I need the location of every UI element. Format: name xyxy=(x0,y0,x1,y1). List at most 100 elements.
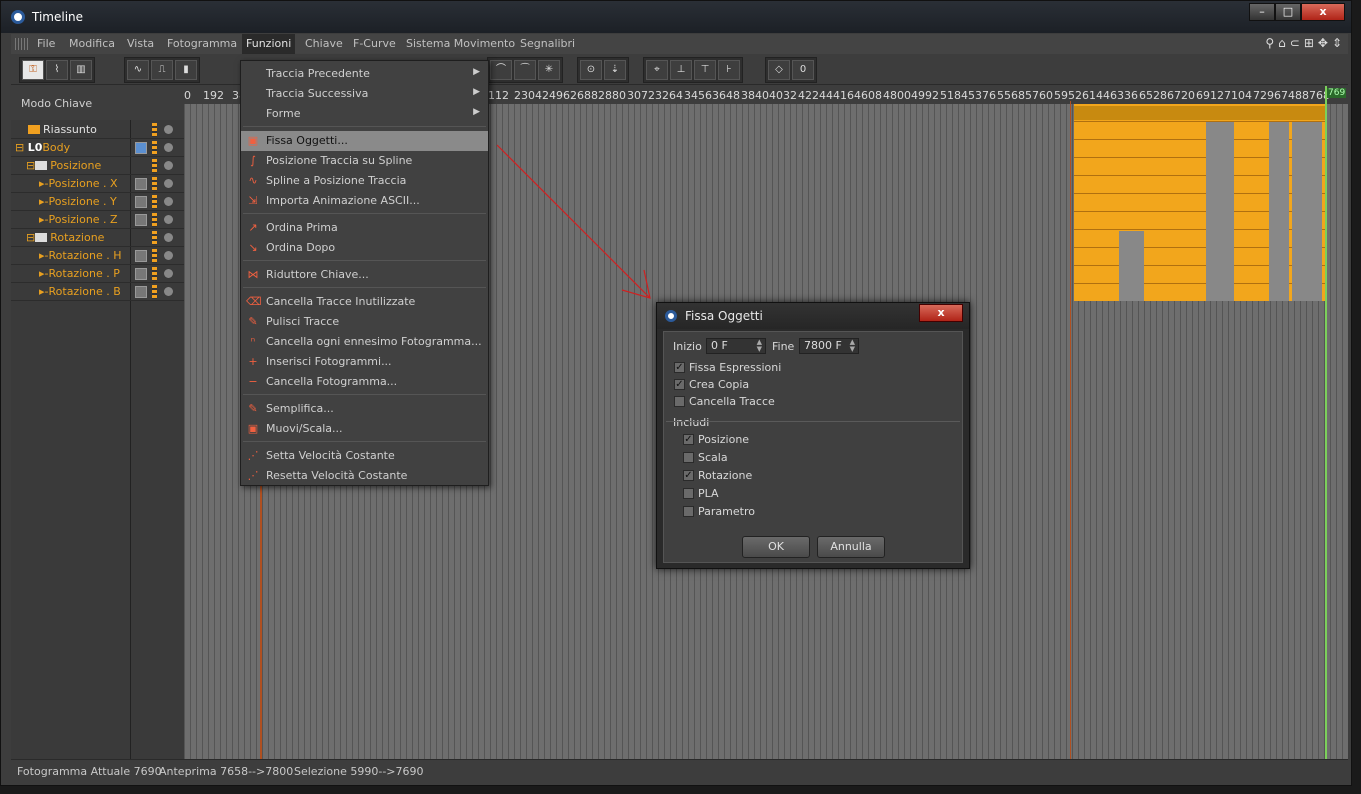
close-button[interactable]: x xyxy=(1301,3,1345,21)
menu-funzioni[interactable]: Funzioni xyxy=(242,34,296,54)
spinner-icon[interactable]: ▲ ▼ xyxy=(850,339,855,353)
remove-icon: − xyxy=(248,375,258,388)
folder-icon xyxy=(35,233,48,242)
lock-length-icon[interactable]: ⊦ xyxy=(718,60,740,80)
lock-value-icon[interactable]: ⊥ xyxy=(670,60,692,80)
track-row[interactable]: ▸-Rotazione . H xyxy=(11,247,184,265)
rotazione-checkbox[interactable]: ✓ xyxy=(683,470,694,481)
menu-vista[interactable]: Vista xyxy=(127,37,154,50)
menu-riduttore-chiave[interactable]: ⋈ Riduttore Chiave... xyxy=(241,265,488,285)
zero-angle-icon[interactable]: ⊙ xyxy=(580,60,602,80)
track-row[interactable]: ▸-Rotazione . P xyxy=(11,265,184,283)
tangent-soft-icon[interactable]: ⁀ xyxy=(514,60,536,80)
scala-checkbox[interactable] xyxy=(683,452,694,463)
menu-traccia-successiva[interactable]: Traccia Successiva ▶ xyxy=(241,84,488,104)
minimize-button[interactable]: – xyxy=(1249,3,1275,21)
posizione-checkbox[interactable]: ✓ xyxy=(683,434,694,445)
inizio-field[interactable]: 0 F ▲ ▼ xyxy=(706,338,766,354)
curve-linear-icon[interactable]: ∿ xyxy=(127,60,149,80)
fcurve-mode-icon[interactable]: ⌇ xyxy=(46,60,68,80)
menu-modifica[interactable]: Modifica xyxy=(69,37,115,50)
track-row[interactable]: ▸-Rotazione . B xyxy=(11,283,184,301)
insert-icon: + xyxy=(248,355,258,368)
menu-cancella-ennesimo[interactable]: ⁿ Cancella ogni ennesimo Fotogramma... xyxy=(241,332,488,352)
menu-fcurve[interactable]: F-Curve xyxy=(353,37,396,50)
track-row[interactable]: ▸-Posizione . Y xyxy=(11,193,184,211)
menu-forme[interactable]: Forme ▶ xyxy=(241,104,488,124)
mode-label: Modo Chiave xyxy=(11,86,184,120)
track-row[interactable]: Riassunto xyxy=(11,121,184,139)
menu-muovi-scala[interactable]: ▣ Muovi/Scala... xyxy=(241,419,488,439)
curve-spline-icon[interactable]: ▮ xyxy=(175,60,197,80)
menu-spline-posizione-traccia[interactable]: ∿ Spline a Posizione Traccia xyxy=(241,171,488,191)
dialog-body: Inizio 0 F ▲ ▼ Fine 7800 F ▲ ▼ ✓ Fissa Espre… xyxy=(663,331,963,563)
lock-tangent-icon[interactable]: ⊤ xyxy=(694,60,716,80)
tangent-arc-icon[interactable]: ⌒ xyxy=(490,60,512,80)
move-icon[interactable]: ✥ xyxy=(1318,36,1328,50)
spinner-icon[interactable]: ▲ ▼ xyxy=(757,339,762,353)
maximize-button[interactable]: □ xyxy=(1275,3,1301,21)
menu-fissa-oggetti[interactable]: ▣ Fissa Oggetti... xyxy=(241,131,488,151)
menu-setta-velocita[interactable]: ⋰ Setta Velocità Costante xyxy=(241,446,488,466)
pla-checkbox[interactable] xyxy=(683,488,694,499)
track-row[interactable]: ⊟ L0Body xyxy=(11,139,184,157)
fissa-espressioni-checkbox[interactable]: ✓ xyxy=(674,362,685,373)
funzioni-dropdown: Traccia Precedente ▶ Traccia Successiva ▶ … xyxy=(240,60,489,486)
track-row[interactable]: ▸-Posizione . X xyxy=(11,175,184,193)
key-mode-icon[interactable]: ⚿ xyxy=(22,60,44,80)
parametro-checkbox[interactable] xyxy=(683,506,694,517)
fine-field[interactable]: 7800 F ▲ ▼ xyxy=(799,338,859,354)
menu-resetta-velocita[interactable]: ⋰ Resetta Velocità Costante xyxy=(241,466,488,486)
preview-end-marker[interactable] xyxy=(1070,101,1071,759)
menu-fotogramma[interactable]: Fotogramma xyxy=(167,37,237,50)
cancella-tracce-label: Cancella Tracce xyxy=(689,395,775,408)
nth-icon: ⁿ xyxy=(250,335,256,348)
menu-bar: File Modifica Vista Fotogramma Funzioni … xyxy=(11,34,1348,54)
film-icon: ▣ xyxy=(247,134,259,147)
link-icon[interactable]: ⊂ xyxy=(1290,36,1300,50)
dialog-title-bar: Fissa Oggetti x xyxy=(657,303,969,329)
menu-inserisci-fotogrammi[interactable]: + Inserisci Fotogrammi... xyxy=(241,352,488,372)
tangent-break-icon[interactable]: ✳ xyxy=(538,60,560,80)
annulla-button[interactable]: Annulla xyxy=(817,536,885,558)
menu-semplifica[interactable]: ✎ Semplifica... xyxy=(241,399,488,419)
ok-button[interactable]: OK xyxy=(742,536,810,558)
menu-ordina-dopo[interactable]: ↘ Ordina Dopo xyxy=(241,238,488,258)
expand-icon[interactable]: ⊞ xyxy=(1304,36,1314,50)
menu-chiave[interactable]: Chiave xyxy=(305,37,343,50)
track-row[interactable]: ⊟ Rotazione xyxy=(11,229,184,247)
home-icon[interactable]: ⌂ xyxy=(1278,36,1286,50)
updown-icon[interactable]: ⇕ xyxy=(1332,36,1342,50)
cinema4d-logo-icon xyxy=(665,310,677,322)
cancella-tracce-checkbox[interactable] xyxy=(674,396,685,407)
zero-length-icon[interactable]: ⇣ xyxy=(604,60,626,80)
menu-pulisci-tracce[interactable]: ✎ Pulisci Tracce xyxy=(241,312,488,332)
search-icon[interactable]: ⚲ xyxy=(1265,36,1274,50)
auto-tangent-icon[interactable]: ◇ xyxy=(768,60,790,80)
menu-segnalibri[interactable]: Segnalibri xyxy=(520,37,575,50)
menu-posizione-traccia-spline[interactable]: ∫ Posizione Traccia su Spline xyxy=(241,151,488,171)
menu-traccia-precedente[interactable]: Traccia Precedente ▶ xyxy=(241,64,488,84)
motion-mode-icon[interactable]: ▥ xyxy=(70,60,92,80)
track-row[interactable]: ▸-Posizione . Z xyxy=(11,211,184,229)
zero-tangent-icon[interactable]: 0 xyxy=(792,60,814,80)
menu-importa-ascii[interactable]: ⇲ Importa Animazione ASCII... xyxy=(241,191,488,211)
dialog-close-button[interactable]: x xyxy=(919,304,963,322)
menu-cancella-fotogramma[interactable]: − Cancella Fotogramma... xyxy=(241,372,488,392)
menu-file[interactable]: File xyxy=(37,37,55,50)
menu-cancella-tracce-inutilizzate[interactable]: ⌫ Cancella Tracce Inutilizzate xyxy=(241,292,488,312)
sort-icon: ↗ xyxy=(248,221,258,234)
menu-ordina-prima[interactable]: ↗ Ordina Prima xyxy=(241,218,488,238)
playhead[interactable] xyxy=(1325,86,1327,759)
track-row[interactable]: ⊟ Posizione xyxy=(11,157,184,175)
fissa-oggetti-dialog: Fissa Oggetti x Inizio 0 F ▲ ▼ Fine 7800 F… xyxy=(656,302,970,569)
dialog-title: Fissa Oggetti xyxy=(685,309,763,323)
reduce-icon: ⋈ xyxy=(247,268,259,281)
spline-icon: ∿ xyxy=(248,174,258,187)
crea-copia-label: Crea Copia xyxy=(689,378,750,391)
crea-copia-checkbox[interactable]: ✓ xyxy=(674,379,685,390)
menu-sistema-movimento[interactable]: Sistema Movimento xyxy=(406,37,515,50)
lock-time-icon[interactable]: ⌖ xyxy=(646,60,668,80)
curve-step-icon[interactable]: ⎍ xyxy=(151,60,173,80)
summary-keyframes[interactable] xyxy=(1074,106,1326,120)
